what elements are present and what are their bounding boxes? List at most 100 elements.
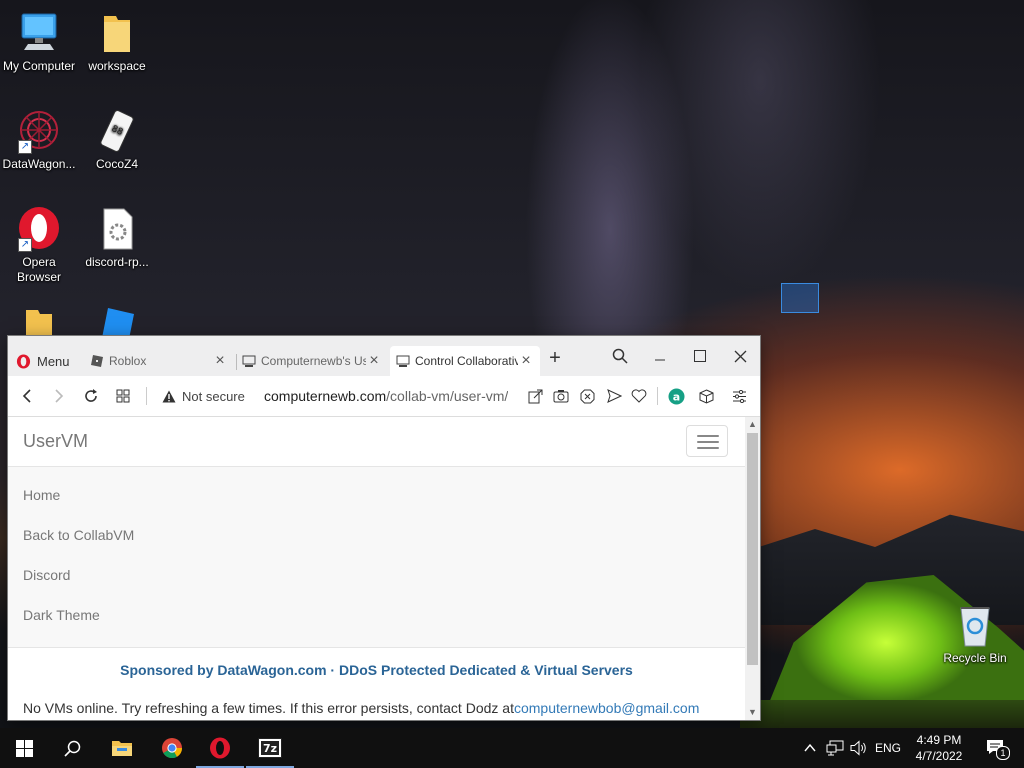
notification-icon: 1 <box>986 739 1010 760</box>
wallpaper-ground <box>740 700 1024 730</box>
taskbar-7zip[interactable]: 7z <box>246 728 294 768</box>
adblock-button[interactable] <box>577 386 597 406</box>
back-button[interactable] <box>17 386 37 406</box>
tab-search-button[interactable] <box>605 344 635 368</box>
camera-icon <box>553 390 569 403</box>
desktop-icon-label: CocoZ4 <box>95 157 139 171</box>
scrollbar-thumb[interactable] <box>747 433 758 665</box>
divider <box>657 387 658 405</box>
roblox-icon <box>90 354 104 368</box>
scroll-up-icon[interactable]: ▲ <box>748 419 757 429</box>
speaker-icon <box>850 740 866 756</box>
snapshot-button[interactable] <box>551 386 571 406</box>
nav-link-home[interactable]: Home <box>8 475 745 515</box>
web-page-content: UserVM Home Back to CollabVM Discord Dar… <box>8 417 745 720</box>
extension-aria-button[interactable]: a <box>666 386 686 406</box>
close-icon[interactable]: × <box>518 353 534 369</box>
opera-menu-button[interactable]: Menu <box>16 350 70 372</box>
desktop-icon-label: discord-rp... <box>85 255 149 269</box>
sponsor-link[interactable]: Sponsored by DataWagon.com · DDoS Protec… <box>8 662 745 678</box>
taskbar-search-button[interactable] <box>48 728 96 768</box>
desktop-icon-datawagon[interactable]: ↗ DataWagon... <box>0 108 78 172</box>
desktop-icon-workspace[interactable]: workspace <box>78 10 156 74</box>
start-button[interactable] <box>0 728 48 768</box>
computer-favicon-icon <box>242 354 256 368</box>
desktop-icon-label: Recycle Bin <box>943 651 1007 665</box>
easy-setup-button[interactable] <box>729 386 749 406</box>
send-to-flow-button[interactable] <box>604 386 624 406</box>
page-scrollbar[interactable]: ▲ ▼ <box>745 417 760 720</box>
forward-button[interactable] <box>49 386 69 406</box>
close-icon[interactable]: × <box>366 353 382 369</box>
close-icon <box>734 350 746 362</box>
tab-roblox[interactable]: Roblox × <box>84 346 234 376</box>
network-icon <box>826 740 844 756</box>
computer-icon <box>16 10 62 56</box>
opera-browser-window: Menu Roblox × Computernewb's UserVM × Co… <box>8 336 760 720</box>
chrome-icon <box>162 738 183 759</box>
tab-control-collaborative[interactable]: Control Collaborative × <box>390 346 540 376</box>
7zip-icon: 7z <box>258 738 282 758</box>
arrow-left-icon <box>22 389 31 403</box>
action-center-button[interactable]: 1 <box>976 728 1016 768</box>
desktop-icon-recycle-bin[interactable]: Recycle Bin <box>936 602 1014 666</box>
network-button[interactable] <box>824 728 846 768</box>
minimize-icon <box>655 359 665 361</box>
url-field[interactable]: computernewb.com/collab-vm/user-vm/ <box>264 388 508 404</box>
input-language-button[interactable]: ENG <box>872 728 904 768</box>
security-indicator[interactable]: Not secure <box>162 389 245 404</box>
close-window-button[interactable] <box>725 344 755 368</box>
navbar-toggle-button[interactable] <box>686 425 728 457</box>
datawagon-icon: ↗ <box>16 108 62 154</box>
opera-icon <box>16 353 31 369</box>
show-hidden-icons-button[interactable] <box>800 728 820 768</box>
tab-title: Control Collaborative <box>415 354 518 368</box>
taskbar-opera[interactable] <box>196 728 244 768</box>
taskbar-file-explorer[interactable] <box>98 728 146 768</box>
desktop-icon-my-computer[interactable]: My Computer <box>0 10 78 74</box>
aria-extension-icon: a <box>668 388 684 404</box>
share-icon <box>528 389 542 403</box>
new-tab-button[interactable]: + <box>540 346 570 370</box>
nav-link-discord[interactable]: Discord <box>8 555 745 595</box>
opera-icon: ↗ <box>16 206 62 252</box>
taskbar-chrome[interactable] <box>148 728 196 768</box>
maximize-icon <box>694 350 706 362</box>
desktop-icon-label: workspace <box>88 59 146 73</box>
desktop-icon-opera[interactable]: ↗ Opera Browser <box>0 206 78 285</box>
contact-email-link[interactable]: computernewbob@gmail.com <box>514 700 699 716</box>
extensions-button[interactable] <box>696 386 716 406</box>
site-brand-link[interactable]: UserVM <box>23 431 88 452</box>
desktop-icon-label: DataWagon... <box>2 157 76 171</box>
tabs-overview-button[interactable] <box>113 386 133 406</box>
send-icon <box>606 389 622 403</box>
reload-button[interactable] <box>81 386 101 406</box>
desktop-icon-discord-rp[interactable]: discord-rp... <box>78 206 156 270</box>
url-host: computernewb.com <box>264 388 387 404</box>
clock[interactable]: 4:49 PM 4/7/2022 <box>908 732 970 764</box>
scroll-down-icon[interactable]: ▼ <box>748 707 757 717</box>
chevron-up-icon <box>804 744 816 752</box>
no-vms-notice: No VMs online. Try refreshing a few time… <box>8 700 745 716</box>
notice-text: No VMs online. Try refreshing a few time… <box>23 700 514 716</box>
divider <box>146 387 147 405</box>
adblock-icon <box>580 389 594 403</box>
desktop-icon-cocoz4[interactable]: 88 CocoZ4 <box>78 108 156 172</box>
maximize-button[interactable] <box>685 344 715 368</box>
computer-favicon-icon <box>396 354 410 368</box>
heart-icon <box>631 389 647 403</box>
volume-button[interactable] <box>848 728 870 768</box>
taskbar: 7z ENG 4:49 PM 4/7/2022 1 <box>0 728 1024 768</box>
nav-link-back-to-collabvm[interactable]: Back to CollabVM <box>8 515 745 555</box>
bookmark-button[interactable] <box>629 386 649 406</box>
shortcut-arrow-icon: ↗ <box>18 238 32 252</box>
grid-icon <box>116 389 130 403</box>
opera-icon <box>210 737 230 759</box>
tab-computernewb-uservm[interactable]: Computernewb's UserVM × <box>236 346 388 376</box>
minimize-button[interactable] <box>645 344 675 368</box>
nav-link-dark-theme[interactable]: Dark Theme <box>8 595 745 635</box>
shortcut-arrow-icon: ↗ <box>18 140 32 154</box>
search-icon <box>612 348 628 364</box>
share-button[interactable] <box>525 386 545 406</box>
close-icon[interactable]: × <box>212 353 228 369</box>
